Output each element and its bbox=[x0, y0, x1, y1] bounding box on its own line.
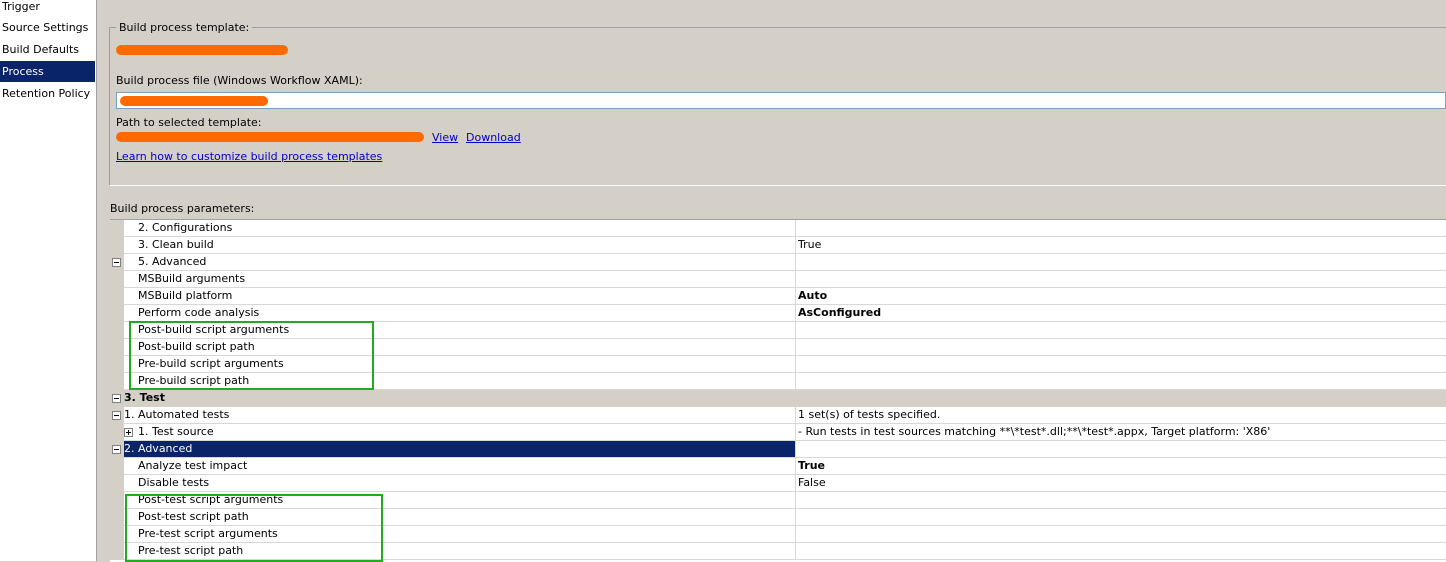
param-value[interactable]: False bbox=[795, 475, 1446, 491]
param-value[interactable] bbox=[795, 322, 1446, 338]
param-value[interactable] bbox=[795, 271, 1446, 287]
param-name: 2. Configurations bbox=[138, 221, 233, 234]
template-path-label: Path to selected template: bbox=[116, 116, 262, 129]
redacted-xaml-file bbox=[120, 96, 268, 106]
download-link[interactable]: Download bbox=[466, 131, 521, 144]
param-row-disable-tests[interactable]: Disable tests False bbox=[110, 475, 1446, 492]
param-value bbox=[795, 390, 1446, 406]
param-value[interactable]: 1 set(s) of tests specified. bbox=[795, 407, 1446, 423]
param-name: 2. Advanced bbox=[124, 442, 193, 455]
param-row-pre-test-arguments[interactable]: Pre-test script arguments bbox=[110, 526, 1446, 543]
param-value[interactable] bbox=[795, 492, 1446, 508]
param-value[interactable] bbox=[795, 339, 1446, 355]
param-row-build-advanced[interactable]: 5. Advanced bbox=[110, 254, 1446, 271]
parameters-label: Build process parameters: bbox=[110, 202, 255, 215]
param-name: Post-test script path bbox=[138, 510, 249, 523]
param-name: 5. Advanced bbox=[138, 255, 207, 268]
collapse-icon[interactable] bbox=[112, 411, 121, 420]
redacted-template-name bbox=[116, 45, 288, 55]
param-name: Post-build script path bbox=[138, 340, 255, 353]
param-value[interactable]: AsConfigured bbox=[795, 305, 1446, 321]
collapse-icon[interactable] bbox=[112, 258, 121, 267]
param-value bbox=[795, 254, 1446, 270]
param-row-clean-build[interactable]: 3. Clean build True bbox=[110, 237, 1446, 254]
param-row-test-advanced[interactable]: 2. Advanced bbox=[110, 441, 1446, 458]
param-name: Perform code analysis bbox=[138, 306, 260, 319]
param-value[interactable] bbox=[795, 526, 1446, 542]
param-row-pre-build-path[interactable]: Pre-build script path bbox=[110, 373, 1446, 390]
parameters-grid: 2. Configurations 3. Clean build True 5.… bbox=[110, 219, 1446, 562]
view-link[interactable]: View bbox=[432, 131, 458, 144]
settings-nav: Trigger Source Settings Build Defaults P… bbox=[0, 0, 97, 561]
param-name: Analyze test impact bbox=[138, 459, 248, 472]
param-row-configurations[interactable]: 2. Configurations bbox=[110, 220, 1446, 237]
param-name: Post-test script arguments bbox=[138, 493, 284, 506]
param-value[interactable] bbox=[795, 373, 1446, 389]
param-row-post-build-arguments[interactable]: Post-build script arguments bbox=[110, 322, 1446, 339]
nav-item-trigger[interactable]: Trigger bbox=[0, 0, 95, 17]
build-template-group-label: Build process template: bbox=[116, 21, 253, 34]
param-row-msbuild-platform[interactable]: MSBuild platform Auto bbox=[110, 288, 1446, 305]
param-name: 1. Test source bbox=[138, 425, 214, 438]
build-template-group: Build process template: Build process fi… bbox=[109, 21, 1446, 186]
param-row-pre-test-path[interactable]: Pre-test script path bbox=[110, 543, 1446, 560]
param-value[interactable]: True bbox=[795, 237, 1446, 253]
category-name: 3. Test bbox=[124, 391, 165, 404]
param-name: Pre-build script path bbox=[138, 374, 250, 387]
param-value[interactable]: Auto bbox=[795, 288, 1446, 304]
param-row-test-source[interactable]: 1. Test source - Run tests in test sourc… bbox=[110, 424, 1446, 441]
param-row-msbuild-arguments[interactable]: MSBuild arguments bbox=[110, 271, 1446, 288]
param-value[interactable] bbox=[795, 509, 1446, 525]
param-row-post-build-path[interactable]: Post-build script path bbox=[110, 339, 1446, 356]
param-name: Pre-build script arguments bbox=[138, 357, 284, 370]
param-row-post-test-path[interactable]: Post-test script path bbox=[110, 509, 1446, 526]
param-value[interactable]: - Run tests in test sources matching **\… bbox=[795, 424, 1446, 440]
nav-item-retention-policy[interactable]: Retention Policy bbox=[0, 83, 95, 104]
param-value[interactable]: True bbox=[795, 458, 1446, 474]
param-row-analyze-test-impact[interactable]: Analyze test impact True bbox=[110, 458, 1446, 475]
redacted-template-path bbox=[116, 132, 424, 142]
param-row-pre-build-arguments[interactable]: Pre-build script arguments bbox=[110, 356, 1446, 373]
collapse-icon[interactable] bbox=[112, 394, 121, 403]
param-name: MSBuild arguments bbox=[138, 272, 246, 285]
param-name: MSBuild platform bbox=[138, 289, 233, 302]
param-row-automated-tests[interactable]: 1. Automated tests 1 set(s) of tests spe… bbox=[110, 407, 1446, 424]
nav-item-source-settings[interactable]: Source Settings bbox=[0, 17, 95, 38]
xaml-file-label: Build process file (Windows Workflow XAM… bbox=[116, 74, 363, 87]
customize-templates-link[interactable]: Learn how to customize build process tem… bbox=[116, 150, 382, 163]
param-name: Pre-test script path bbox=[138, 544, 244, 557]
collapse-icon[interactable] bbox=[112, 445, 121, 454]
process-panel: Build process template: Build process fi… bbox=[97, 0, 1446, 562]
param-name: Pre-test script arguments bbox=[138, 527, 278, 540]
nav-item-build-defaults[interactable]: Build Defaults bbox=[0, 39, 95, 60]
param-value[interactable] bbox=[795, 220, 1446, 236]
param-name: 3. Clean build bbox=[138, 238, 214, 251]
param-name: Post-build script arguments bbox=[138, 323, 290, 336]
param-name: 1. Automated tests bbox=[124, 408, 230, 421]
xaml-file-input[interactable] bbox=[116, 92, 1446, 109]
param-row-post-test-arguments[interactable]: Post-test script arguments bbox=[110, 492, 1446, 509]
category-row-test[interactable]: 3. Test bbox=[110, 390, 1446, 407]
param-value[interactable] bbox=[795, 543, 1446, 559]
param-value[interactable] bbox=[795, 356, 1446, 372]
param-value bbox=[795, 441, 1446, 457]
nav-item-process[interactable]: Process bbox=[0, 61, 95, 82]
param-row-code-analysis[interactable]: Perform code analysis AsConfigured bbox=[110, 305, 1446, 322]
param-name: Disable tests bbox=[138, 476, 210, 489]
expand-icon[interactable] bbox=[124, 428, 133, 437]
